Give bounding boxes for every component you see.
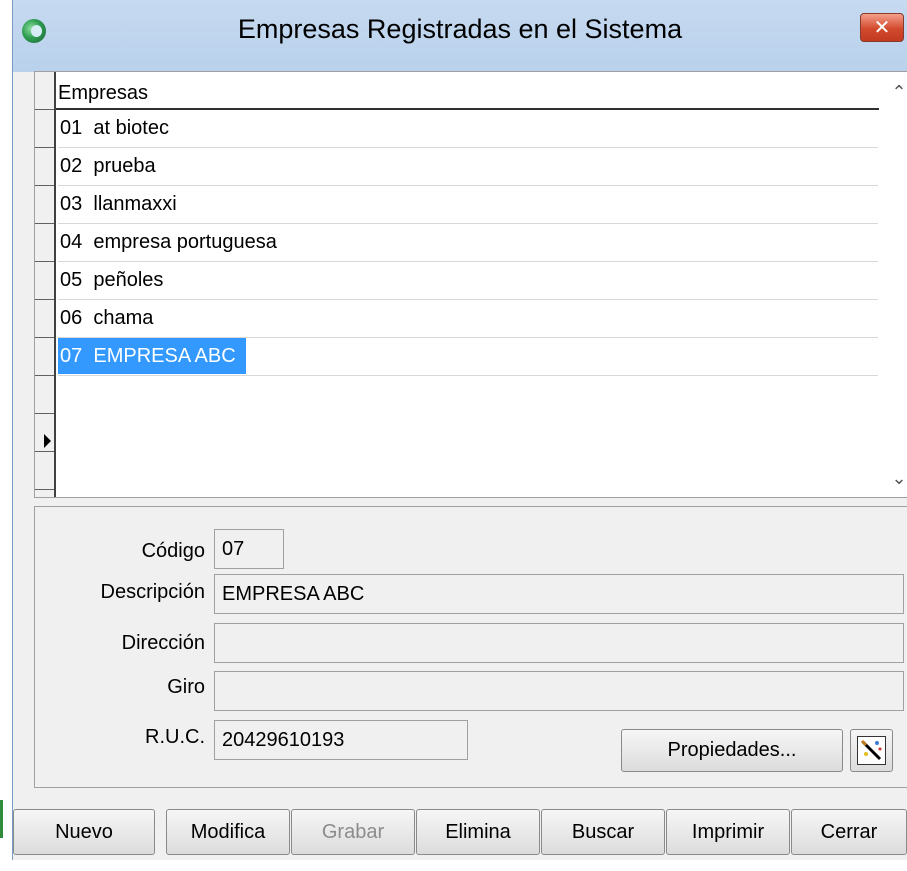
row-name: at biotec bbox=[93, 117, 169, 139]
row-code: 06 bbox=[60, 307, 83, 329]
table-row[interactable]: 05 peñoles bbox=[58, 262, 878, 300]
row-name: EMPRESA ABC bbox=[93, 345, 236, 367]
row-selector[interactable] bbox=[35, 452, 54, 490]
direccion-label: Dirección bbox=[121, 632, 205, 654]
cerrar-button[interactable]: Cerrar bbox=[791, 809, 907, 855]
row-code: 03 bbox=[60, 193, 83, 215]
grabar-button: Grabar bbox=[291, 809, 415, 855]
codigo-field[interactable]: 07 bbox=[214, 529, 284, 569]
row-name: empresa portuguesa bbox=[93, 231, 277, 253]
dialog-window: Empresas Registradas en el Sistema ✕ Emp… bbox=[12, 0, 907, 860]
row-selector[interactable] bbox=[35, 110, 54, 148]
descripcion-label: Descripción bbox=[100, 581, 205, 603]
codigo-label: Código bbox=[141, 540, 205, 562]
table-row[interactable]: 04 empresa portuguesa bbox=[58, 224, 878, 262]
window-edge-mark bbox=[0, 800, 3, 838]
companies-grid[interactable]: Empresas 01 at biotec 02 prueba 03 llanm… bbox=[34, 71, 907, 498]
nuevo-button[interactable]: Nuevo bbox=[13, 809, 155, 855]
row-name: chama bbox=[93, 307, 154, 329]
column-header-empresas[interactable]: Empresas bbox=[58, 80, 878, 106]
modifica-button[interactable]: Modifica bbox=[166, 809, 290, 855]
magic-wand-icon bbox=[857, 736, 886, 765]
row-selector[interactable] bbox=[35, 338, 54, 376]
table-row[interactable]: 03 llanmaxxi bbox=[58, 186, 878, 224]
chevron-down-icon[interactable]: ⌄ bbox=[885, 468, 907, 490]
row-code: 05 bbox=[60, 269, 83, 291]
row-name: prueba bbox=[93, 155, 156, 177]
imprimir-button[interactable]: Imprimir bbox=[666, 809, 790, 855]
window-title: Empresas Registradas en el Sistema bbox=[237, 14, 683, 44]
row-name: llanmaxxi bbox=[93, 193, 177, 215]
row-name: peñoles bbox=[93, 269, 164, 291]
buscar-button[interactable]: Buscar bbox=[541, 809, 665, 855]
row-selector[interactable] bbox=[35, 72, 54, 110]
direccion-field[interactable] bbox=[214, 623, 904, 663]
ruc-label: R.U.C. bbox=[145, 726, 205, 748]
elimina-button[interactable]: Elimina bbox=[416, 809, 540, 855]
wand-button[interactable] bbox=[850, 729, 893, 772]
row-code: 01 bbox=[60, 117, 83, 139]
table-row[interactable]: 06 chama bbox=[58, 300, 878, 338]
table-row[interactable]: 01 at biotec bbox=[58, 110, 878, 148]
table-row[interactable]: 02 prueba bbox=[58, 148, 878, 186]
propiedades-button[interactable]: Propiedades... bbox=[621, 729, 843, 772]
close-button[interactable]: ✕ bbox=[860, 13, 904, 42]
row-code: 02 bbox=[60, 155, 83, 177]
table-row-selected[interactable]: 07 EMPRESA ABC bbox=[58, 338, 878, 376]
row-selector[interactable] bbox=[35, 300, 54, 338]
row-selector[interactable] bbox=[35, 376, 54, 414]
details-panel: Código 07 Descripción EMPRESA ABC Direcc… bbox=[34, 506, 907, 788]
row-selector[interactable] bbox=[35, 186, 54, 224]
row-selector[interactable] bbox=[35, 224, 54, 262]
row-code: 07 bbox=[60, 345, 83, 367]
close-icon: ✕ bbox=[873, 15, 891, 39]
giro-label: Giro bbox=[167, 676, 205, 698]
title-bar[interactable]: Empresas Registradas en el Sistema ✕ bbox=[13, 0, 907, 72]
descripcion-field[interactable]: EMPRESA ABC bbox=[214, 574, 904, 614]
chevron-up-icon[interactable]: ⌃ bbox=[885, 82, 907, 104]
row-selector[interactable] bbox=[35, 262, 54, 300]
row-selector[interactable] bbox=[35, 148, 54, 186]
current-row-indicator-icon bbox=[44, 434, 51, 448]
ruc-field[interactable]: 20429610193 bbox=[214, 720, 468, 760]
giro-field[interactable] bbox=[214, 671, 904, 711]
row-code: 04 bbox=[60, 231, 83, 253]
